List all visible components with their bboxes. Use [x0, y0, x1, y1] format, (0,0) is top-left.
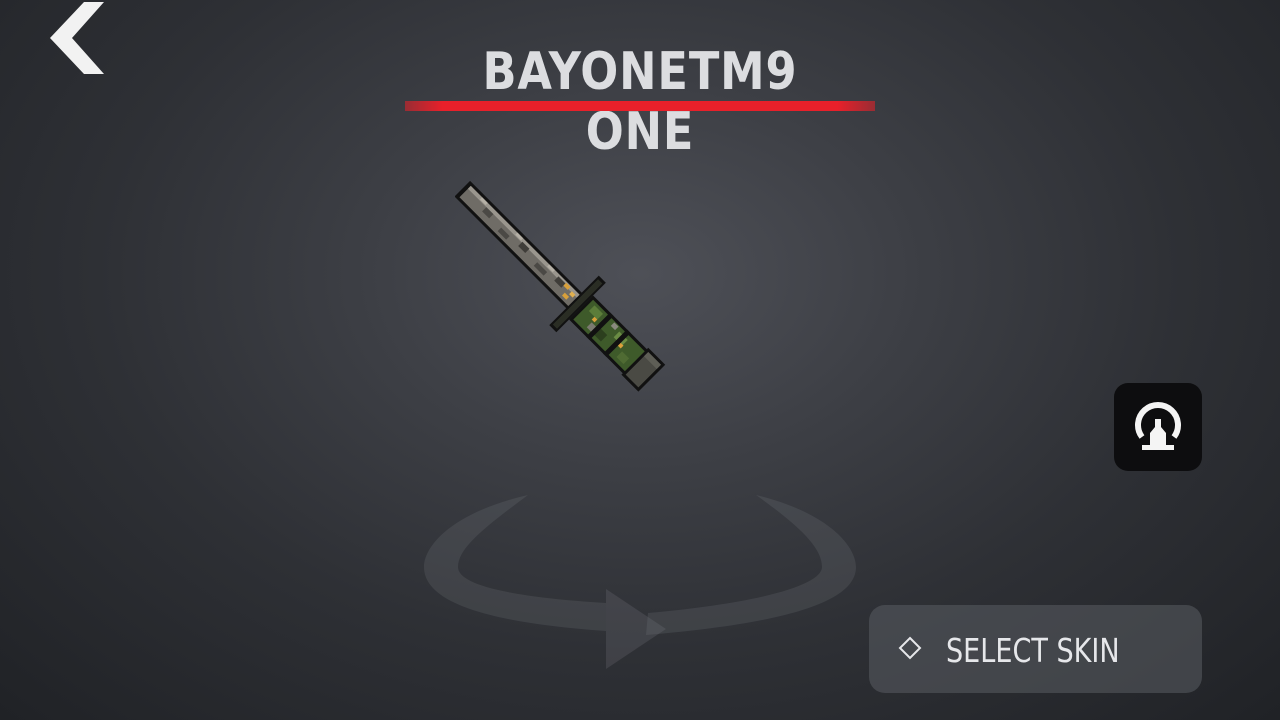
weapon-preview[interactable]: [454, 180, 705, 430]
back-chevron-icon: [50, 2, 104, 74]
back-button[interactable]: [44, 0, 114, 80]
knife-model-icon: [454, 180, 666, 392]
rotate-indicator[interactable]: [410, 485, 870, 675]
weapon-title: BAYONETM9 ONE: [405, 36, 875, 162]
view-camera-icon: [1135, 402, 1181, 450]
diamond-icon: [898, 636, 922, 660]
rotate-arrow-icon: [424, 495, 856, 669]
view-toggle-button[interactable]: [1114, 383, 1202, 471]
title-underline: [405, 101, 875, 111]
select-skin-label: SELECT SKIN: [946, 631, 1120, 670]
